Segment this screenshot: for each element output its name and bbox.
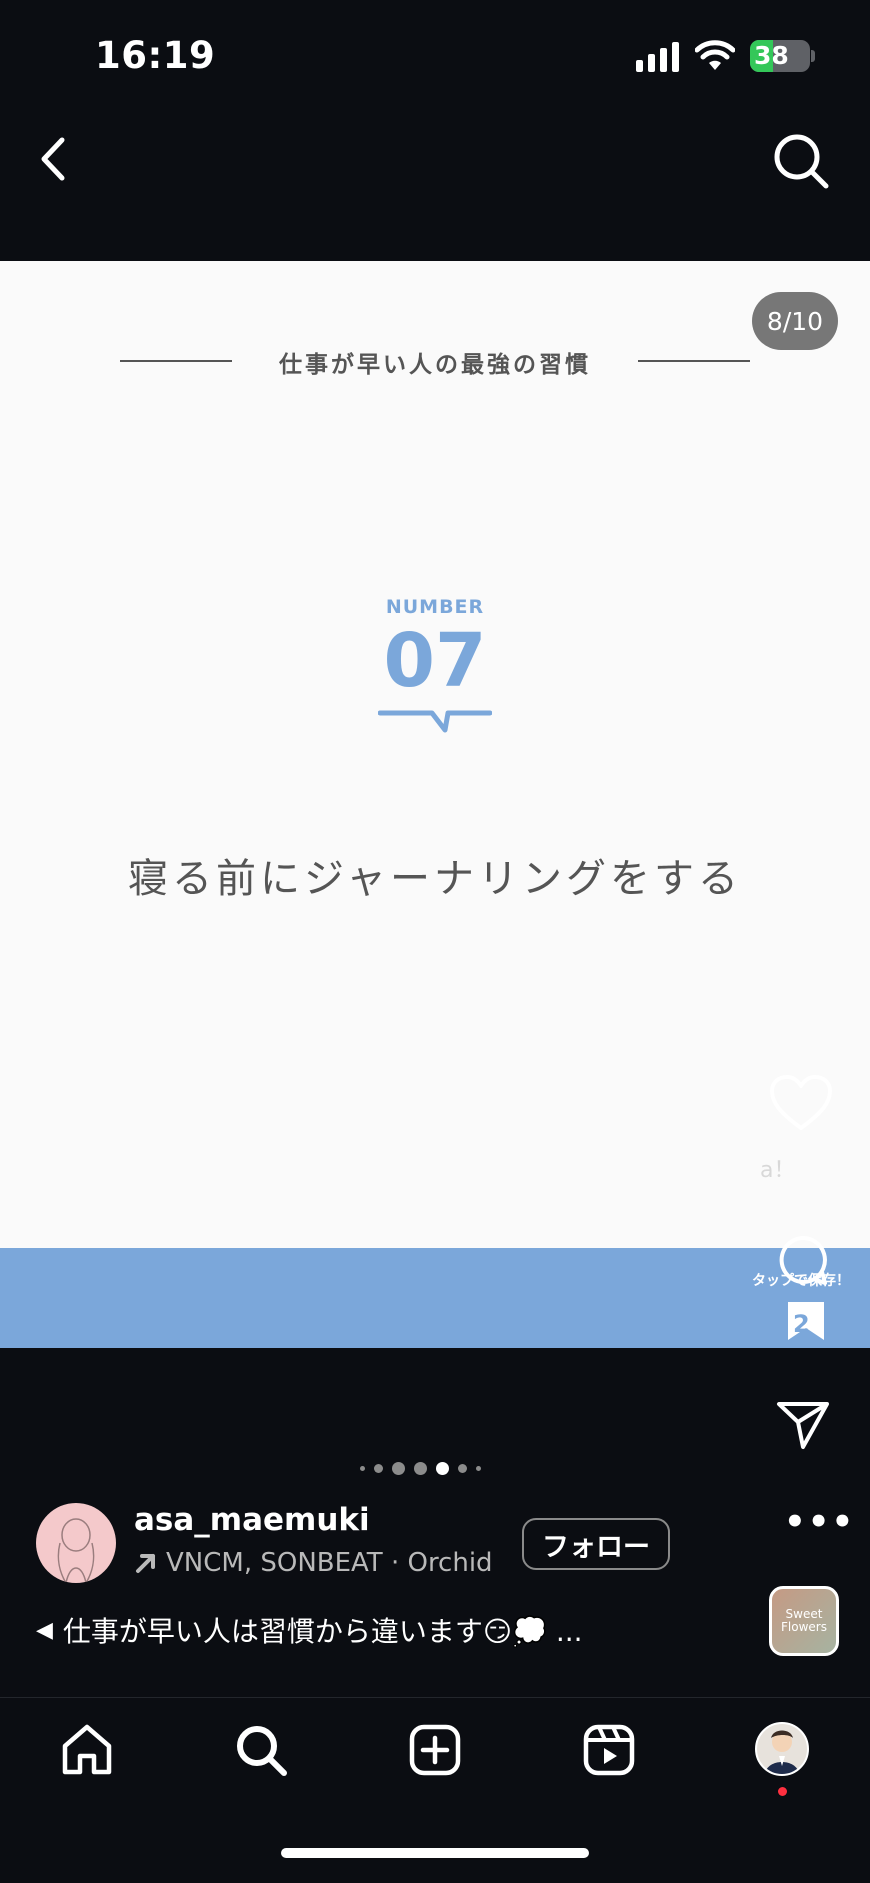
like-count[interactable]: a！ [760,1152,840,1184]
save-hint: タップで保存！ [752,1273,850,1289]
slide-counter: 8/10 [752,292,838,350]
carousel-dot [374,1464,383,1473]
cellular-signal-icon [636,42,679,72]
home-icon[interactable] [59,1722,115,1778]
status-time: 16:19 [95,34,216,77]
caption[interactable]: ◀ 仕事が早い人は習慣から違います😏💭 ... [36,1610,583,1650]
notification-dot [778,1787,787,1796]
more-options-button[interactable]: ••• [784,1502,855,1542]
like-heart-icon[interactable] [769,1074,833,1132]
music-info[interactable]: VNCM, SONBEAT · Orchid [134,1548,493,1578]
carousel-dot-active [436,1462,449,1475]
post-slide[interactable] [0,261,870,1248]
arrow-up-right-icon [136,1554,155,1573]
number-value: 07 [383,618,487,704]
search-icon[interactable] [770,130,832,192]
carousel-dot [476,1466,481,1471]
home-indicator[interactable] [281,1848,589,1858]
number-underline [378,710,492,733]
username[interactable]: asa_maemuki [134,1502,370,1538]
user-avatar[interactable] [36,1503,116,1583]
title-rule-right [638,360,750,362]
battery-level: 38 [754,41,789,70]
wifi-icon [695,40,735,70]
reels-icon[interactable] [581,1722,637,1778]
profile-illustration [765,1730,799,1774]
number-label: NUMBER [385,596,485,618]
slide-footer-band [0,1248,870,1348]
carousel-indicator [360,1462,481,1475]
share-send-icon[interactable] [776,1400,830,1450]
create-post-icon[interactable] [407,1722,463,1778]
battery-icon: 38 [750,40,810,72]
follow-button[interactable]: フォロー [522,1518,670,1570]
caption-text: 仕事が早い人は習慣から違います😏💭 ... [62,1615,583,1648]
title-rule-left [120,360,232,362]
back-button[interactable] [30,130,80,188]
slide-title: 仕事が早い人の最強の習慣 [279,352,591,378]
music-thumbnail[interactable]: Sweet Flowers [769,1586,839,1656]
music-text: VNCM, SONBEAT · Orchid [166,1548,493,1578]
carousel-dot [458,1464,467,1473]
slide-heading: 寝る前にジャーナリングをする [128,856,742,902]
carousel-dot [392,1462,405,1475]
caption-marker: ◀ [36,1617,53,1643]
profile-avatar[interactable] [755,1722,809,1776]
avatar-illustration [57,1518,95,1583]
bookmark-count: 2 [793,1310,810,1338]
carousel-dot [414,1462,427,1475]
search-nav-icon[interactable] [233,1722,289,1778]
carousel-dot [360,1466,365,1471]
